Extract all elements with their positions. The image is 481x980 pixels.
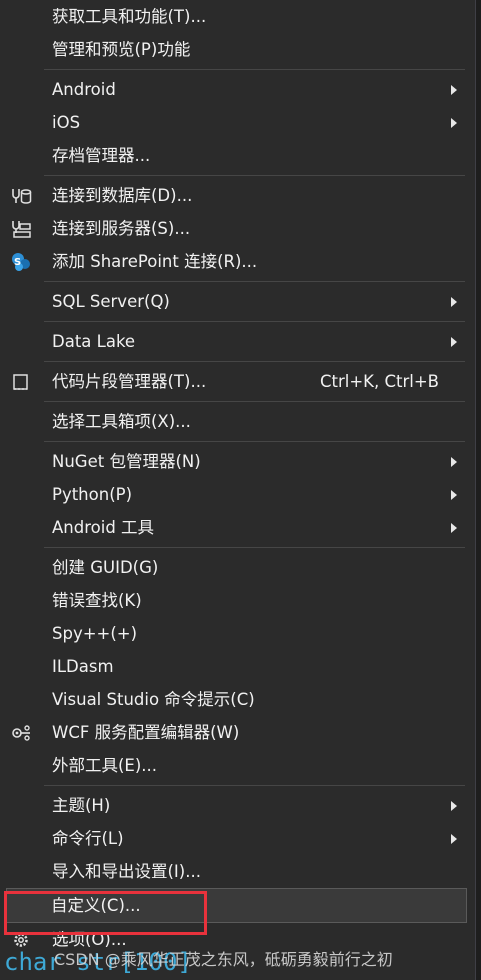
submenu-arrow-icon: [451, 337, 457, 347]
sharepoint-icon: S: [12, 253, 30, 271]
menu-item-theme[interactable]: 主题(H): [0, 789, 475, 822]
watermark-text: CSDN @乘风华正茂之东风，砥砺勇毅前行之初: [54, 950, 393, 969]
menu-item-label: 连接到数据库(D)...: [52, 186, 193, 205]
menu-item-label: Android 工具: [52, 518, 155, 537]
menu-item-snippet-manager[interactable]: 代码片段管理器(T)... Ctrl+K, Ctrl+B: [0, 365, 475, 398]
menu-item-android-tools[interactable]: Android 工具: [0, 511, 475, 544]
menu-item-customize[interactable]: 自定义(C)...: [6, 888, 467, 923]
menu-item-connect-database[interactable]: 连接到数据库(D)...: [0, 179, 475, 212]
menu-item-label: 存档管理器...: [52, 146, 151, 165]
database-connect-icon: [12, 189, 32, 204]
submenu-arrow-icon: [451, 297, 457, 307]
menu-item-command-line[interactable]: 命令行(L): [0, 822, 475, 855]
menu-item-data-lake[interactable]: Data Lake: [0, 325, 475, 358]
menu-item-android[interactable]: Android: [0, 73, 475, 106]
submenu-arrow-icon: [451, 801, 457, 811]
menu-separator: [44, 547, 465, 548]
menu-separator: [44, 361, 465, 362]
menu-separator: [44, 175, 465, 176]
menu-item-label: iOS: [52, 113, 81, 132]
menu-item-get-tools[interactable]: 获取工具和功能(T)...: [0, 0, 475, 33]
menu-separator: [44, 321, 465, 322]
menu-item-label: 错误查找(K): [52, 591, 142, 610]
submenu-arrow-icon: [451, 834, 457, 844]
menu-item-wcf-config-editor[interactable]: WCF 服务配置编辑器(W): [0, 716, 475, 749]
menu-item-nuget[interactable]: NuGet 包管理器(N): [0, 445, 475, 478]
menu-item-label: 管理和预览(P)功能: [52, 40, 191, 59]
menu-item-label: 连接到服务器(S)...: [52, 219, 191, 238]
menu-item-label: 主题(H): [52, 796, 111, 815]
menu-separator: [44, 785, 465, 786]
menu-item-label: 自定义(C)...: [51, 896, 141, 915]
submenu-arrow-icon: [451, 85, 457, 95]
snippet-icon: [13, 374, 28, 390]
menu-item-label: 添加 SharePoint 连接(R)...: [52, 252, 258, 271]
menu-item-label: 代码片段管理器(T)...: [52, 372, 207, 391]
menu-item-label: Visual Studio 命令提示(C): [52, 690, 255, 709]
menu-separator: [44, 441, 465, 442]
menu-item-label: 导入和导出设置(I)...: [52, 862, 201, 881]
menu-item-label: WCF 服务配置编辑器(W): [52, 723, 240, 742]
tools-menu: 获取工具和功能(T)... 管理和预览(P)功能 Android iOS 存档管…: [0, 0, 476, 980]
menu-item-ios[interactable]: iOS: [0, 106, 475, 139]
menu-item-spy[interactable]: Spy++(+): [0, 617, 475, 650]
menu-item-external-tools[interactable]: 外部工具(E)...: [0, 749, 475, 782]
menu-item-import-export-settings[interactable]: 导入和导出设置(I)...: [0, 855, 475, 888]
menu-item-manage-preview[interactable]: 管理和预览(P)功能: [0, 33, 475, 66]
submenu-arrow-icon: [451, 457, 457, 467]
shortcut-text: Ctrl+K, Ctrl+B: [320, 372, 439, 391]
menu-item-error-lookup[interactable]: 错误查找(K): [0, 584, 475, 617]
menu-separator: [44, 281, 465, 282]
menu-item-label: 外部工具(E)...: [52, 756, 158, 775]
menu-item-label: ILDasm: [52, 657, 114, 676]
menu-item-sql-server[interactable]: SQL Server(Q): [0, 285, 475, 318]
menu-item-ildasm[interactable]: ILDasm: [0, 650, 475, 683]
menu-item-label: 选择工具箱项(X)...: [52, 412, 191, 431]
menu-item-label: 获取工具和功能(T)...: [52, 7, 207, 26]
menu-item-label: NuGet 包管理器(N): [52, 452, 201, 471]
server-connect-icon: [12, 221, 31, 238]
menu-item-label: SQL Server(Q): [52, 292, 170, 311]
wcf-config-icon: [12, 725, 30, 741]
menu-item-vs-command-prompt[interactable]: Visual Studio 命令提示(C): [0, 683, 475, 716]
menu-item-add-sharepoint[interactable]: S 添加 SharePoint 连接(R)...: [0, 245, 475, 278]
submenu-arrow-icon: [451, 118, 457, 128]
menu-separator: [44, 401, 465, 402]
menu-item-archive-manager[interactable]: 存档管理器...: [0, 139, 475, 172]
menu-item-choose-toolbox[interactable]: 选择工具箱项(X)...: [0, 405, 475, 438]
menu-item-python[interactable]: Python(P): [0, 478, 475, 511]
svg-text:S: S: [14, 257, 21, 268]
menu-item-label: Spy++(+): [52, 624, 138, 643]
menu-separator: [44, 69, 465, 70]
menu-item-label: Python(P): [52, 485, 133, 504]
menu-item-label: Data Lake: [52, 332, 136, 351]
menu-item-label: 命令行(L): [52, 829, 124, 848]
submenu-arrow-icon: [451, 523, 457, 533]
submenu-arrow-icon: [451, 490, 457, 500]
menu-item-label: Android: [52, 80, 116, 99]
menu-item-create-guid[interactable]: 创建 GUID(G): [0, 551, 475, 584]
menu-item-label: 创建 GUID(G): [52, 558, 159, 577]
menu-item-connect-server[interactable]: 连接到服务器(S)...: [0, 212, 475, 245]
